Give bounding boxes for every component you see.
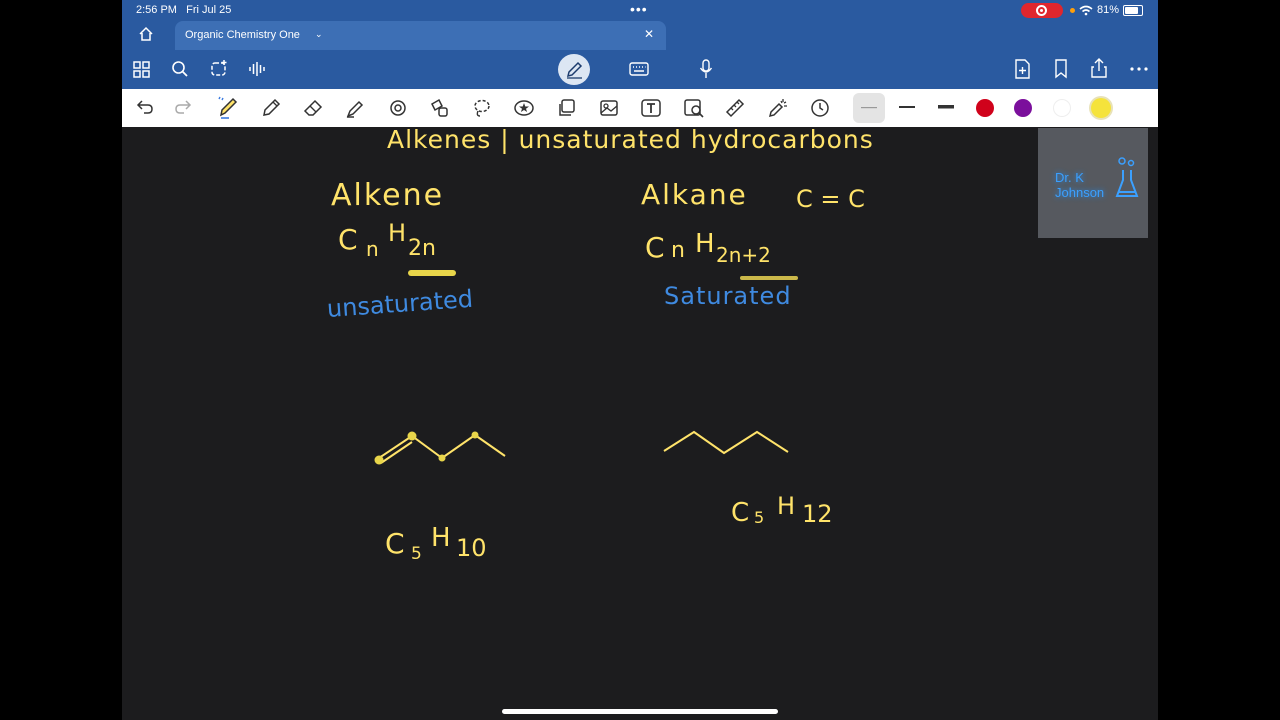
logo-line2: Johnson <box>1055 185 1105 200</box>
color-swatch-white[interactable] <box>1053 99 1071 117</box>
battery-icon <box>1123 4 1144 16</box>
note-canvas[interactable]: Alkenes | unsaturated hydrocarbons Alken… <box>122 125 1158 720</box>
alkene-molecule-sub2: 10 <box>456 534 487 562</box>
share-icon[interactable] <box>1090 58 1108 78</box>
eraser-icon[interactable] <box>303 98 323 118</box>
alkane-note: Saturated <box>664 282 792 310</box>
drawing-tools-bar <box>122 89 1158 127</box>
undo-icon[interactable] <box>136 99 154 115</box>
battery-percent: 81% <box>1097 4 1120 16</box>
color-swatch-yellow[interactable] <box>1091 98 1111 118</box>
document-tab-title[interactable]: Organic Chemistry One <box>185 29 300 41</box>
sticker-icon[interactable] <box>513 98 535 118</box>
alkene-formula-2n: 2n <box>408 236 436 261</box>
highlighter-icon[interactable] <box>345 98 365 118</box>
alkene-formula-h: H <box>388 219 407 247</box>
alkene-formula-n: n <box>366 237 379 261</box>
dr-k-johnson-logo: Dr. K Johnson <box>1038 128 1148 238</box>
add-page-icon[interactable] <box>1014 59 1031 79</box>
alkene-molecule-sub1: 5 <box>411 544 422 564</box>
alkene-molecule-c: C <box>385 527 405 560</box>
alkane-label: Alkane <box>641 178 748 211</box>
grid-icon[interactable] <box>133 61 150 78</box>
mic-in-use-icon <box>1070 7 1075 13</box>
multitask-dots-icon[interactable]: ••• <box>630 1 648 17</box>
alkane-highlight-mark <box>740 276 798 280</box>
home-icon[interactable] <box>138 26 154 42</box>
more-icon[interactable] <box>1130 67 1148 71</box>
audio-icon[interactable] <box>248 60 266 78</box>
status-date: Fri Jul 25 <box>186 4 232 16</box>
alkene-note: unsaturated <box>326 284 474 323</box>
pen-mode-icon[interactable] <box>565 60 584 79</box>
lasso-icon[interactable] <box>472 98 492 118</box>
medium-stroke-icon[interactable] <box>899 106 915 109</box>
alkene-molecule-h: H <box>431 523 451 553</box>
status-bar: 2:56 PM Fri Jul 25 ••• 81% <box>122 0 1158 20</box>
status-time: 2:56 PM Fri Jul 25 <box>136 4 232 16</box>
home-indicator[interactable] <box>502 709 778 714</box>
alkane-formula-n: n <box>671 238 685 263</box>
lasso-select-icon[interactable] <box>209 59 229 79</box>
color-swatch-red[interactable] <box>976 99 994 117</box>
flask-icon <box>1115 157 1139 197</box>
thick-stroke-icon[interactable] <box>938 105 954 109</box>
note-heading: Alkenes | unsaturated hydrocarbons <box>387 125 874 154</box>
screen-record-indicator[interactable] <box>1021 3 1063 18</box>
tab-bar: Organic Chemistry One ⌄ ✕ <box>122 20 1158 50</box>
shapes-icon[interactable] <box>388 98 408 118</box>
alkane-molecule-sub1: 5 <box>754 508 765 527</box>
alkane-formula-sub: 2n+2 <box>716 243 771 267</box>
scan-icon[interactable] <box>683 98 705 118</box>
app-frame: 2:56 PM Fri Jul 25 ••• 81% Organic Chemi… <box>122 0 1158 720</box>
redo-icon[interactable] <box>174 99 192 115</box>
laser-pointer-icon[interactable] <box>767 97 789 119</box>
alkane-molecule-h: H <box>777 492 796 520</box>
camera-icon[interactable] <box>599 98 619 118</box>
double-bond-label: C = C <box>796 185 865 213</box>
document-tab[interactable]: Organic Chemistry One ⌄ ✕ <box>175 21 666 50</box>
text-icon[interactable] <box>640 98 662 118</box>
alkene-skeletal-structure <box>374 431 506 465</box>
alkane-formula-h: H <box>695 229 715 259</box>
wifi-icon <box>1079 5 1093 15</box>
alkane-molecule-c: C <box>731 498 750 528</box>
close-tab-icon[interactable]: ✕ <box>644 27 654 41</box>
microphone-icon[interactable] <box>699 59 713 79</box>
image-icon[interactable] <box>557 98 577 118</box>
search-icon[interactable] <box>171 60 189 78</box>
pen-icon[interactable] <box>217 96 239 120</box>
keyboard-icon[interactable] <box>629 62 649 76</box>
alkane-formula-c: C <box>645 231 665 264</box>
alkene-formula-c: C <box>338 223 358 256</box>
alkane-molecule-sub2: 12 <box>802 500 833 528</box>
chevron-down-icon[interactable]: ⌄ <box>315 29 323 40</box>
alkene-label: Alkene <box>331 178 445 213</box>
logo-line1: Dr. K <box>1055 170 1084 185</box>
alkane-skeletal-structure <box>663 430 789 455</box>
alkene-highlight-mark <box>408 270 456 276</box>
elements-icon[interactable] <box>430 98 450 118</box>
bookmark-icon[interactable] <box>1054 59 1068 79</box>
main-toolbar <box>122 50 1158 89</box>
pencil-icon[interactable] <box>261 98 281 118</box>
status-indicators: 81% <box>1070 4 1144 16</box>
ruler-icon[interactable] <box>725 98 745 118</box>
thin-stroke-icon[interactable] <box>861 107 877 109</box>
timer-icon[interactable] <box>810 98 830 118</box>
color-swatch-purple[interactable] <box>1014 99 1032 117</box>
